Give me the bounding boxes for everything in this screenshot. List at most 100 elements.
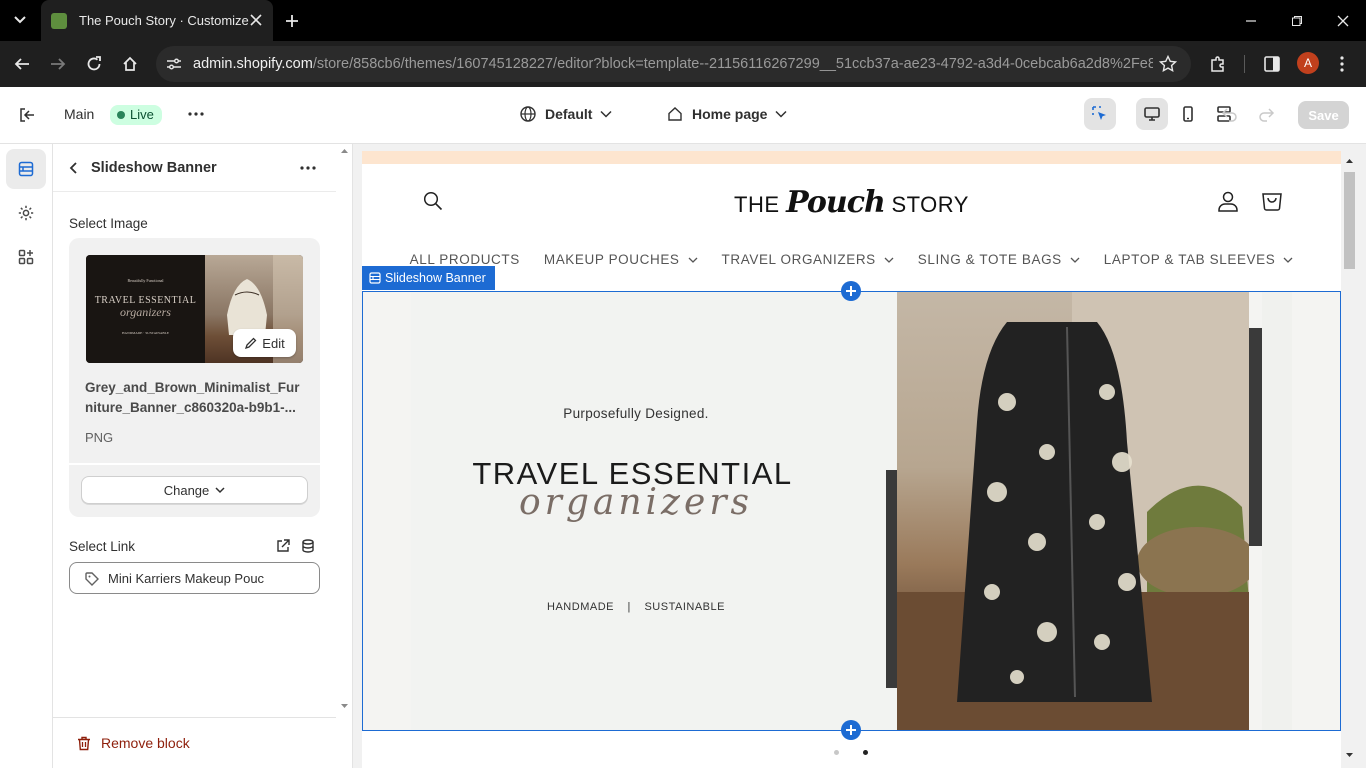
- desktop-view-button[interactable]: [1136, 98, 1168, 130]
- dynamic-source-icon[interactable]: [300, 538, 316, 554]
- add-section-below-button[interactable]: [841, 720, 861, 740]
- tag-icon: [85, 572, 99, 586]
- panel-scrollbar[interactable]: [336, 144, 353, 768]
- scroll-arrows-icon: [341, 149, 348, 708]
- trash-icon: [78, 736, 90, 750]
- menu-item-label: LAPTOP & TAB SLEEVES: [1103, 252, 1276, 267]
- edit-label: Edit: [262, 335, 285, 351]
- thumbnail-small-text: Beautifully Functional: [127, 278, 164, 283]
- live-badge: Live: [110, 105, 162, 125]
- account-icon[interactable]: [1217, 190, 1239, 212]
- page-selector[interactable]: Home page: [658, 105, 795, 123]
- restore-button[interactable]: [1274, 0, 1320, 41]
- editor-top-bar: Main Live Default Home page Save: [0, 87, 1366, 144]
- side-panel-button[interactable]: [1258, 50, 1286, 78]
- link-field[interactable]: [69, 562, 320, 594]
- image-picker-card: Beautifully Functional TRAVEL ESSENTIAL …: [69, 238, 320, 517]
- menu-item-travel-organizers[interactable]: TRAVEL ORGANIZERS: [710, 252, 906, 267]
- sections-icon: [369, 272, 381, 284]
- slide-dot-active[interactable]: [863, 750, 868, 755]
- close-icon: [1337, 15, 1349, 26]
- browser-tab[interactable]: The Pouch Story · Customize M: [41, 0, 273, 41]
- site-settings-icon[interactable]: [164, 54, 184, 74]
- exit-icon[interactable]: [16, 104, 38, 126]
- menu-item-makeup-pouches[interactable]: MAKEUP POUCHES: [532, 252, 710, 267]
- address-bar[interactable]: admin.shopify.com/store/858cb6/themes/16…: [156, 46, 1191, 82]
- browser-menu-button[interactable]: [1328, 50, 1356, 78]
- menu-item-all-products[interactable]: ALL PRODUCTS: [398, 252, 532, 267]
- selected-block-tag[interactable]: Slideshow Banner: [362, 266, 495, 290]
- tab-search-button[interactable]: [7, 7, 33, 33]
- selected-block-tag-label: Slideshow Banner: [385, 271, 486, 285]
- restore-icon: [1292, 15, 1302, 26]
- preview-scroll-thumb[interactable]: [1344, 172, 1355, 269]
- travel-pouch-illustration: [897, 292, 1249, 730]
- menu-item-sling-tote-bags[interactable]: SLING & TOTE BAGS: [906, 252, 1092, 267]
- select-link-label: Select Link: [69, 539, 136, 554]
- bookmark-star-icon[interactable]: [1159, 55, 1177, 73]
- panel-title: Slideshow Banner: [91, 160, 217, 176]
- url-text: admin.shopify.com/store/858cb6/themes/16…: [193, 56, 1153, 72]
- slide-dot[interactable]: [834, 750, 839, 755]
- view-toggle-group: [1084, 98, 1240, 130]
- close-tab-icon[interactable]: [249, 13, 263, 27]
- theme-preview: THE Pouch STORY ALL PRODUCTS MAKEUP POUC…: [353, 144, 1366, 768]
- mobile-view-button[interactable]: [1172, 98, 1204, 130]
- page-label: Home page: [692, 106, 768, 122]
- arrow-right-icon: [51, 58, 66, 70]
- menu-item-laptop-tab-sleeves[interactable]: LAPTOP & TAB SLEEVES: [1092, 252, 1306, 267]
- browser-tab-bar: The Pouch Story · Customize M: [0, 0, 1366, 41]
- change-image-button[interactable]: Change: [81, 476, 308, 504]
- profile-avatar[interactable]: A: [1297, 52, 1319, 74]
- theme-settings-tab[interactable]: [6, 193, 46, 233]
- undo-icon[interactable]: [1221, 105, 1239, 123]
- chevron-down-icon: [775, 110, 787, 118]
- apps-tab[interactable]: [6, 237, 46, 277]
- block-actions-icon[interactable]: [299, 160, 317, 178]
- thumbnail-footer: HANDMADE · SUSTAINABLE: [122, 331, 169, 335]
- slide-right-margin: [1262, 292, 1292, 730]
- locale-label: Default: [545, 106, 593, 122]
- back-chevron-icon[interactable]: [68, 161, 80, 175]
- store-logo[interactable]: THE Pouch STORY: [362, 185, 1341, 220]
- theme-name: Main: [64, 106, 95, 122]
- close-window-button[interactable]: [1320, 0, 1366, 41]
- slideshow-slide[interactable]: Purposefully Designed. TRAVEL ESSENTIAL …: [362, 291, 1341, 731]
- home-icon: [123, 56, 137, 71]
- link-input[interactable]: [108, 569, 308, 587]
- cart-icon[interactable]: [1260, 190, 1284, 212]
- minimize-button[interactable]: [1228, 0, 1274, 41]
- save-button[interactable]: Save: [1298, 101, 1349, 129]
- slide-footer-left: HANDMADE: [547, 601, 614, 613]
- change-label: Change: [163, 482, 210, 498]
- chevron-down-icon: [1070, 257, 1080, 263]
- side-panel-icon: [1264, 56, 1280, 72]
- image-file-type: PNG: [85, 430, 114, 445]
- home-button[interactable]: [116, 50, 144, 78]
- new-tab-button[interactable]: [278, 7, 306, 35]
- reload-button[interactable]: [80, 50, 108, 78]
- back-button[interactable]: [8, 50, 36, 78]
- puzzle-icon: [1211, 56, 1224, 72]
- plus-icon: [286, 15, 298, 27]
- minimize-icon: [1246, 19, 1256, 22]
- theme-actions-icon[interactable]: [186, 104, 206, 124]
- extensions-button[interactable]: [1204, 50, 1232, 78]
- forward-button[interactable]: [44, 50, 72, 78]
- select-image-label: Select Image: [69, 216, 148, 231]
- add-section-above-button[interactable]: [841, 281, 861, 301]
- link-actions: [275, 538, 316, 554]
- locale-selector[interactable]: Default: [511, 105, 620, 123]
- edit-image-button[interactable]: Edit: [233, 329, 296, 357]
- slide-footer-separator: |: [627, 601, 631, 613]
- thumbnail-script: organizers: [120, 305, 171, 319]
- remove-block-label: Remove block: [101, 735, 190, 751]
- kebab-menu-icon: [1340, 56, 1344, 72]
- redo-icon[interactable]: [1257, 105, 1275, 123]
- remove-block-button[interactable]: Remove block: [77, 735, 190, 751]
- slide-script-text: organizers: [518, 482, 754, 523]
- external-link-icon[interactable]: [275, 538, 291, 554]
- sections-tab[interactable]: [6, 149, 46, 189]
- preview-scrollbar[interactable]: [1341, 151, 1358, 768]
- inspector-toggle[interactable]: [1084, 98, 1116, 130]
